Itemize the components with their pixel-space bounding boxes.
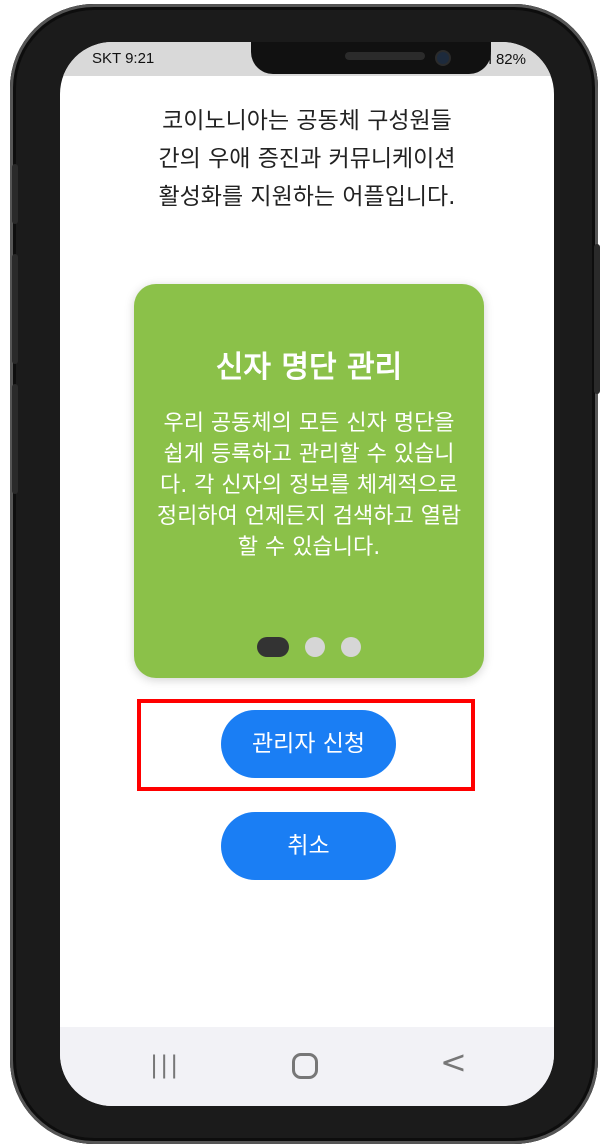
app-screen: SKT 9:21 ⇄.ıl 82% 코이노니아는 공동체 구성원들 간의 우애 … <box>60 42 554 1106</box>
recent-apps-icon[interactable]: ||| <box>150 1051 180 1079</box>
camera-icon <box>435 50 451 66</box>
phone-power-button <box>594 244 600 394</box>
highlight-box <box>137 699 475 791</box>
camera-notch <box>251 42 491 74</box>
carousel-dot-1[interactable] <box>257 636 289 657</box>
carousel-dot-3[interactable] <box>341 636 361 657</box>
phone-volume-down <box>12 384 18 494</box>
phone-side-button <box>12 164 18 224</box>
back-icon[interactable]: < <box>440 1043 467 1081</box>
feature-card[interactable]: 신자 명단 관리 우리 공동체의 모든 신자 명단을 쉽게 등록하고 관리할 수… <box>134 284 484 678</box>
phone-volume-up <box>12 254 18 364</box>
feature-card-description: 우리 공동체의 모든 신자 명단을 쉽게 등록하고 관리할 수 있습니다. 각 … <box>156 411 462 560</box>
carousel-dots <box>134 636 484 657</box>
carrier-time: SKT 9:21 <box>92 50 155 67</box>
carousel-dot-2[interactable] <box>305 636 325 657</box>
system-nav-bar: ||| < <box>60 1027 554 1106</box>
intro-text: 코이노니아는 공동체 구성원들 간의 우애 증진과 커뮤니케이션 활성화를 지원… <box>158 108 456 210</box>
speaker-icon <box>345 52 425 60</box>
home-icon[interactable] <box>292 1053 318 1079</box>
feature-card-title: 신자 명단 관리 <box>215 350 403 385</box>
cancel-button[interactable]: 취소 <box>221 812 396 880</box>
